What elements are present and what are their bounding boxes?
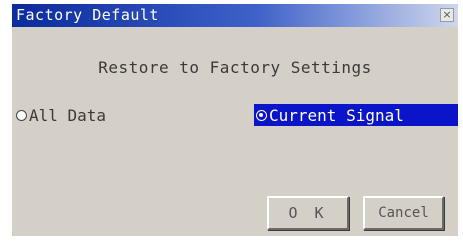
radio-checked-icon bbox=[256, 109, 267, 121]
radio-current-signal[interactable]: Current Signal bbox=[254, 104, 458, 126]
radio-current-signal-label: Current Signal bbox=[269, 105, 404, 125]
close-icon[interactable]: × bbox=[440, 8, 454, 22]
cancel-button[interactable]: Cancel bbox=[363, 196, 444, 230]
restore-prompt: Restore to Factory Settings bbox=[98, 58, 372, 77]
factory-default-dialog: Factory Default × Restore to Factory Set… bbox=[12, 4, 458, 236]
radio-dot-icon bbox=[259, 112, 263, 117]
radio-all-data-label: All Data bbox=[29, 105, 107, 125]
title-bar: Factory Default × bbox=[12, 4, 458, 27]
dialog-title: Factory Default bbox=[16, 6, 159, 24]
radio-unchecked-icon bbox=[16, 109, 27, 121]
radio-all-data[interactable]: All Data bbox=[16, 104, 106, 126]
ok-button[interactable]: O K bbox=[267, 196, 349, 230]
